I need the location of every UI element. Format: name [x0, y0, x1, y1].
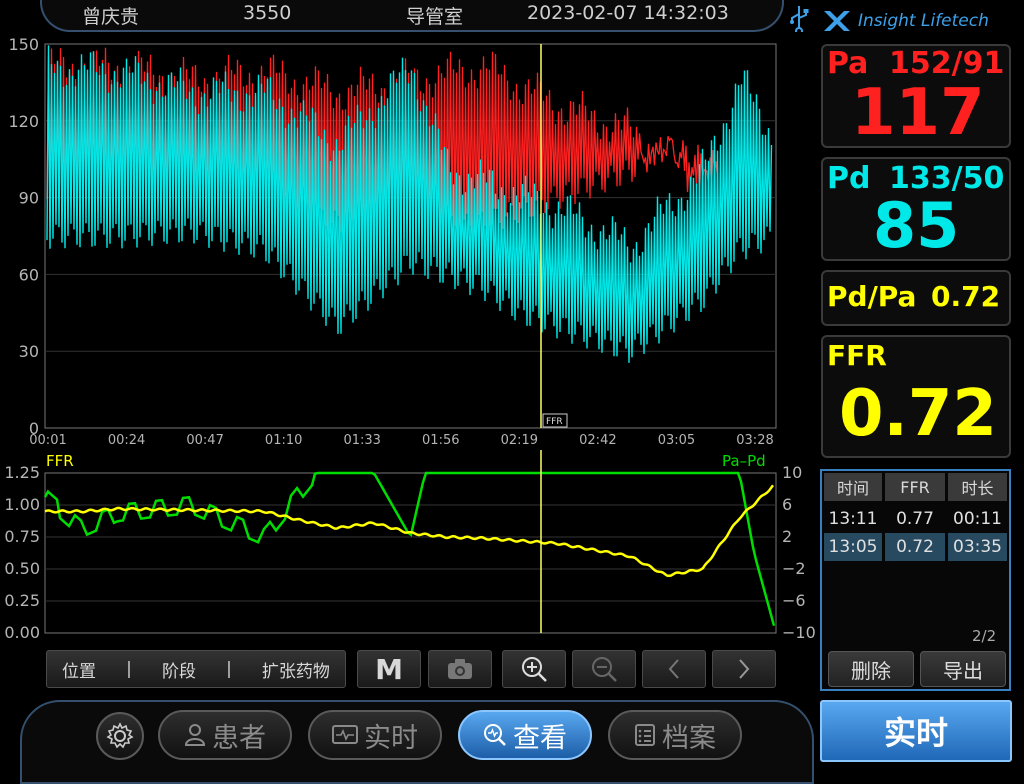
y-tick-label: 30 [19, 342, 39, 361]
nav-archive[interactable]: 档案 [608, 710, 742, 760]
ffr-y-tick-label: 1.00 [4, 495, 40, 514]
x-tick-label: 00:01 [29, 433, 66, 448]
chevron-right-icon [739, 659, 750, 679]
x-tick-label: 03:28 [736, 433, 773, 448]
user-icon [184, 724, 206, 746]
m-marker-button[interactable]: M [357, 650, 421, 688]
ffr-marker-label: FFR [546, 417, 563, 427]
gear-icon [106, 722, 134, 749]
datetime: 2023-02-07 14:32:03 [527, 2, 729, 24]
brand-text: Insight Lifetech [858, 11, 989, 31]
x-tick-label: 00:47 [186, 433, 223, 448]
nav-archive-label: 档案 [662, 722, 716, 754]
patient-name: 曾庆贵 [82, 6, 140, 28]
table-cell-ffr: 0.72 [885, 533, 945, 561]
stage-button[interactable]: 阶段 [162, 657, 196, 682]
nav-realtime[interactable]: 实时 [308, 710, 442, 760]
ffr-axis-label: FFR [46, 452, 74, 470]
zoom-out-button[interactable] [572, 650, 636, 688]
pa-mean: 117 [851, 76, 985, 150]
ffr-y-tick-label: 0.75 [4, 527, 40, 546]
drug-button[interactable]: 扩张药物 [262, 657, 330, 682]
ffr-label: FFR [827, 339, 887, 372]
ffr-trend-chart: 1.25 101.00 60.75 20.50 −20.25 −60.00 −10 FFR … [4, 450, 816, 642]
x-tick-label: 01:56 [422, 433, 459, 448]
ffr-y-tick-label: 1.25 [4, 463, 40, 482]
x-tick-label: 01:10 [265, 433, 302, 448]
nav-patient-label: 患者 [212, 722, 266, 754]
room-name: 导管室 [406, 6, 464, 28]
zoom-in-icon [522, 657, 547, 682]
table-header-ffr: FFR [885, 473, 945, 501]
realtime-mode-button[interactable]: 实时 [820, 700, 1012, 762]
delete-button[interactable]: 删除 [828, 651, 914, 687]
pa-pd-y-tick-label: 6 [782, 495, 792, 514]
event-toolbar: 位置 | 阶段 | 扩张药物 [46, 650, 346, 688]
pa-pd-axis-label: Pa–Pd [722, 452, 766, 470]
table-cell-ffr: 0.77 [896, 509, 934, 529]
toolbar-divider: | [126, 659, 132, 679]
brand-logo-icon [824, 11, 850, 31]
next-button[interactable] [712, 650, 776, 688]
table-cell-time: 13:11 [828, 509, 878, 529]
chevron-left-icon [668, 659, 679, 679]
pdpa-label: Pd/Pa [827, 280, 917, 313]
usb-icon [788, 4, 810, 35]
table-cell-time: 13:05 [824, 533, 882, 561]
x-tick-label: 02:19 [501, 433, 538, 448]
y-tick-label: 60 [19, 265, 39, 284]
table-header-time: 时间 [824, 473, 882, 501]
pdpa-panel: Pd/Pa 0.72 [821, 270, 1011, 326]
pressure-chart: 150120906030000:01 00:24 00:47 01:10 01:33 01… [8, 36, 777, 448]
nav-realtime-label: 实时 [364, 722, 418, 754]
table-cell-duration: 00:11 [953, 509, 1002, 529]
y-tick-label: 150 [8, 36, 39, 54]
x-tick-label: 01:33 [343, 433, 380, 448]
nav-patient[interactable]: 患者 [158, 710, 292, 760]
pa-pd-y-tick-label: −2 [782, 559, 806, 578]
ffr-record-table: 时间 FFR 时长 13:11 0.77 00:11 13:05 0.72 03… [820, 469, 1011, 691]
pa-panel: Pa 152/91 117 [821, 44, 1011, 150]
ffr-y-tick-label: 0.00 [4, 623, 40, 642]
table-cell-duration: 03:35 [948, 533, 1007, 561]
ffr-panel: FFR 0.72 [821, 335, 1011, 458]
toolbar-divider: | [226, 659, 232, 679]
pd-label: Pd [827, 161, 871, 196]
table-page-indicator: 2/2 [972, 627, 997, 645]
brand-logo: Insight Lifetech [822, 8, 989, 34]
x-tick-label: 00:24 [108, 433, 145, 448]
settings-button[interactable] [96, 712, 144, 760]
plot-area [44, 472, 777, 634]
x-tick-label: 03:05 [658, 433, 695, 448]
position-button[interactable]: 位置 [62, 657, 96, 682]
pd-panel: Pd 133/50 85 [821, 157, 1011, 262]
export-button[interactable]: 导出 [920, 651, 1006, 687]
pa-pd-y-tick-label: −6 [782, 591, 806, 610]
ffr-y-tick-label: 0.50 [4, 559, 40, 578]
nav-review-label: 查看 [513, 722, 567, 754]
review-search-icon [484, 724, 506, 746]
ffr-y-tick-label: 0.25 [4, 591, 40, 610]
camera-button[interactable] [428, 650, 492, 688]
y-tick-label: 90 [19, 189, 39, 208]
header-bar: 曾庆贵 3550 导管室 2023-02-07 14:32:03 [0, 0, 784, 34]
y-tick-label: 120 [8, 112, 39, 131]
zoom-out-icon [592, 657, 617, 682]
archive-icon [635, 724, 655, 746]
ffr-value: 0.72 [839, 377, 997, 451]
pa-pd-y-tick-label: −10 [782, 623, 816, 642]
pd-mean: 85 [873, 189, 960, 262]
pa-pd-y-tick-label: 10 [782, 463, 802, 482]
nav-review[interactable]: 查看 [458, 710, 592, 760]
x-tick-label: 02:42 [579, 433, 616, 448]
camera-icon [448, 659, 472, 679]
patient-id: 3550 [243, 2, 292, 24]
pa-pd-y-tick-label: 2 [782, 527, 792, 546]
previous-button[interactable] [642, 650, 706, 688]
monitor-icon [332, 725, 358, 744]
pdpa-value: 0.72 [931, 280, 1001, 313]
table-header-duration: 时长 [948, 473, 1007, 501]
zoom-in-button[interactable] [502, 650, 566, 688]
